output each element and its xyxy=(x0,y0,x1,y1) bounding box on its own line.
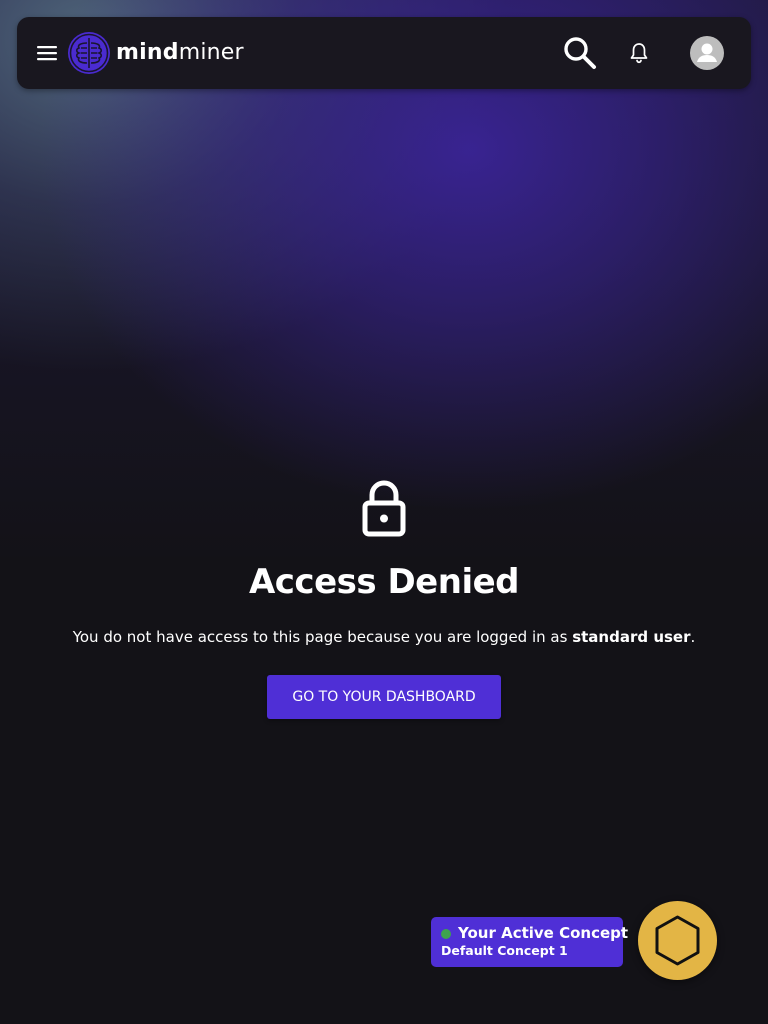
access-message: You do not have access to this page beca… xyxy=(0,627,768,647)
hamburger-menu-icon[interactable] xyxy=(35,41,59,65)
concept-fab-button[interactable] xyxy=(638,901,717,980)
brain-logo-icon[interactable] xyxy=(67,31,111,75)
lock-icon xyxy=(362,480,406,537)
brand-wordmark[interactable]: mindminer xyxy=(116,39,244,67)
active-concept-card[interactable]: Your Active Concept Default Concept 1 xyxy=(431,917,628,967)
active-concept-name: Default Concept 1 xyxy=(441,943,568,958)
top-navigation-bar: mindminer xyxy=(17,17,751,89)
message-end: . xyxy=(690,628,696,646)
go-to-dashboard-button[interactable]: GO TO YOUR DASHBOARD xyxy=(267,675,501,719)
message-text: You do not have access to this page beca… xyxy=(72,628,573,646)
bell-icon[interactable] xyxy=(627,41,651,65)
access-denied-panel: Access Denied You do not have access to … xyxy=(0,478,768,719)
search-icon[interactable] xyxy=(562,35,598,71)
hexagon-icon xyxy=(655,915,700,966)
user-role: standard user xyxy=(572,628,691,646)
user-avatar-icon[interactable] xyxy=(690,36,724,70)
page-title: Access Denied xyxy=(248,562,520,602)
brand-name-bold: mind xyxy=(116,40,179,65)
active-concept-title: Your Active Concept xyxy=(458,924,629,942)
brand-name-light: miner xyxy=(178,40,244,65)
status-dot xyxy=(441,929,451,939)
